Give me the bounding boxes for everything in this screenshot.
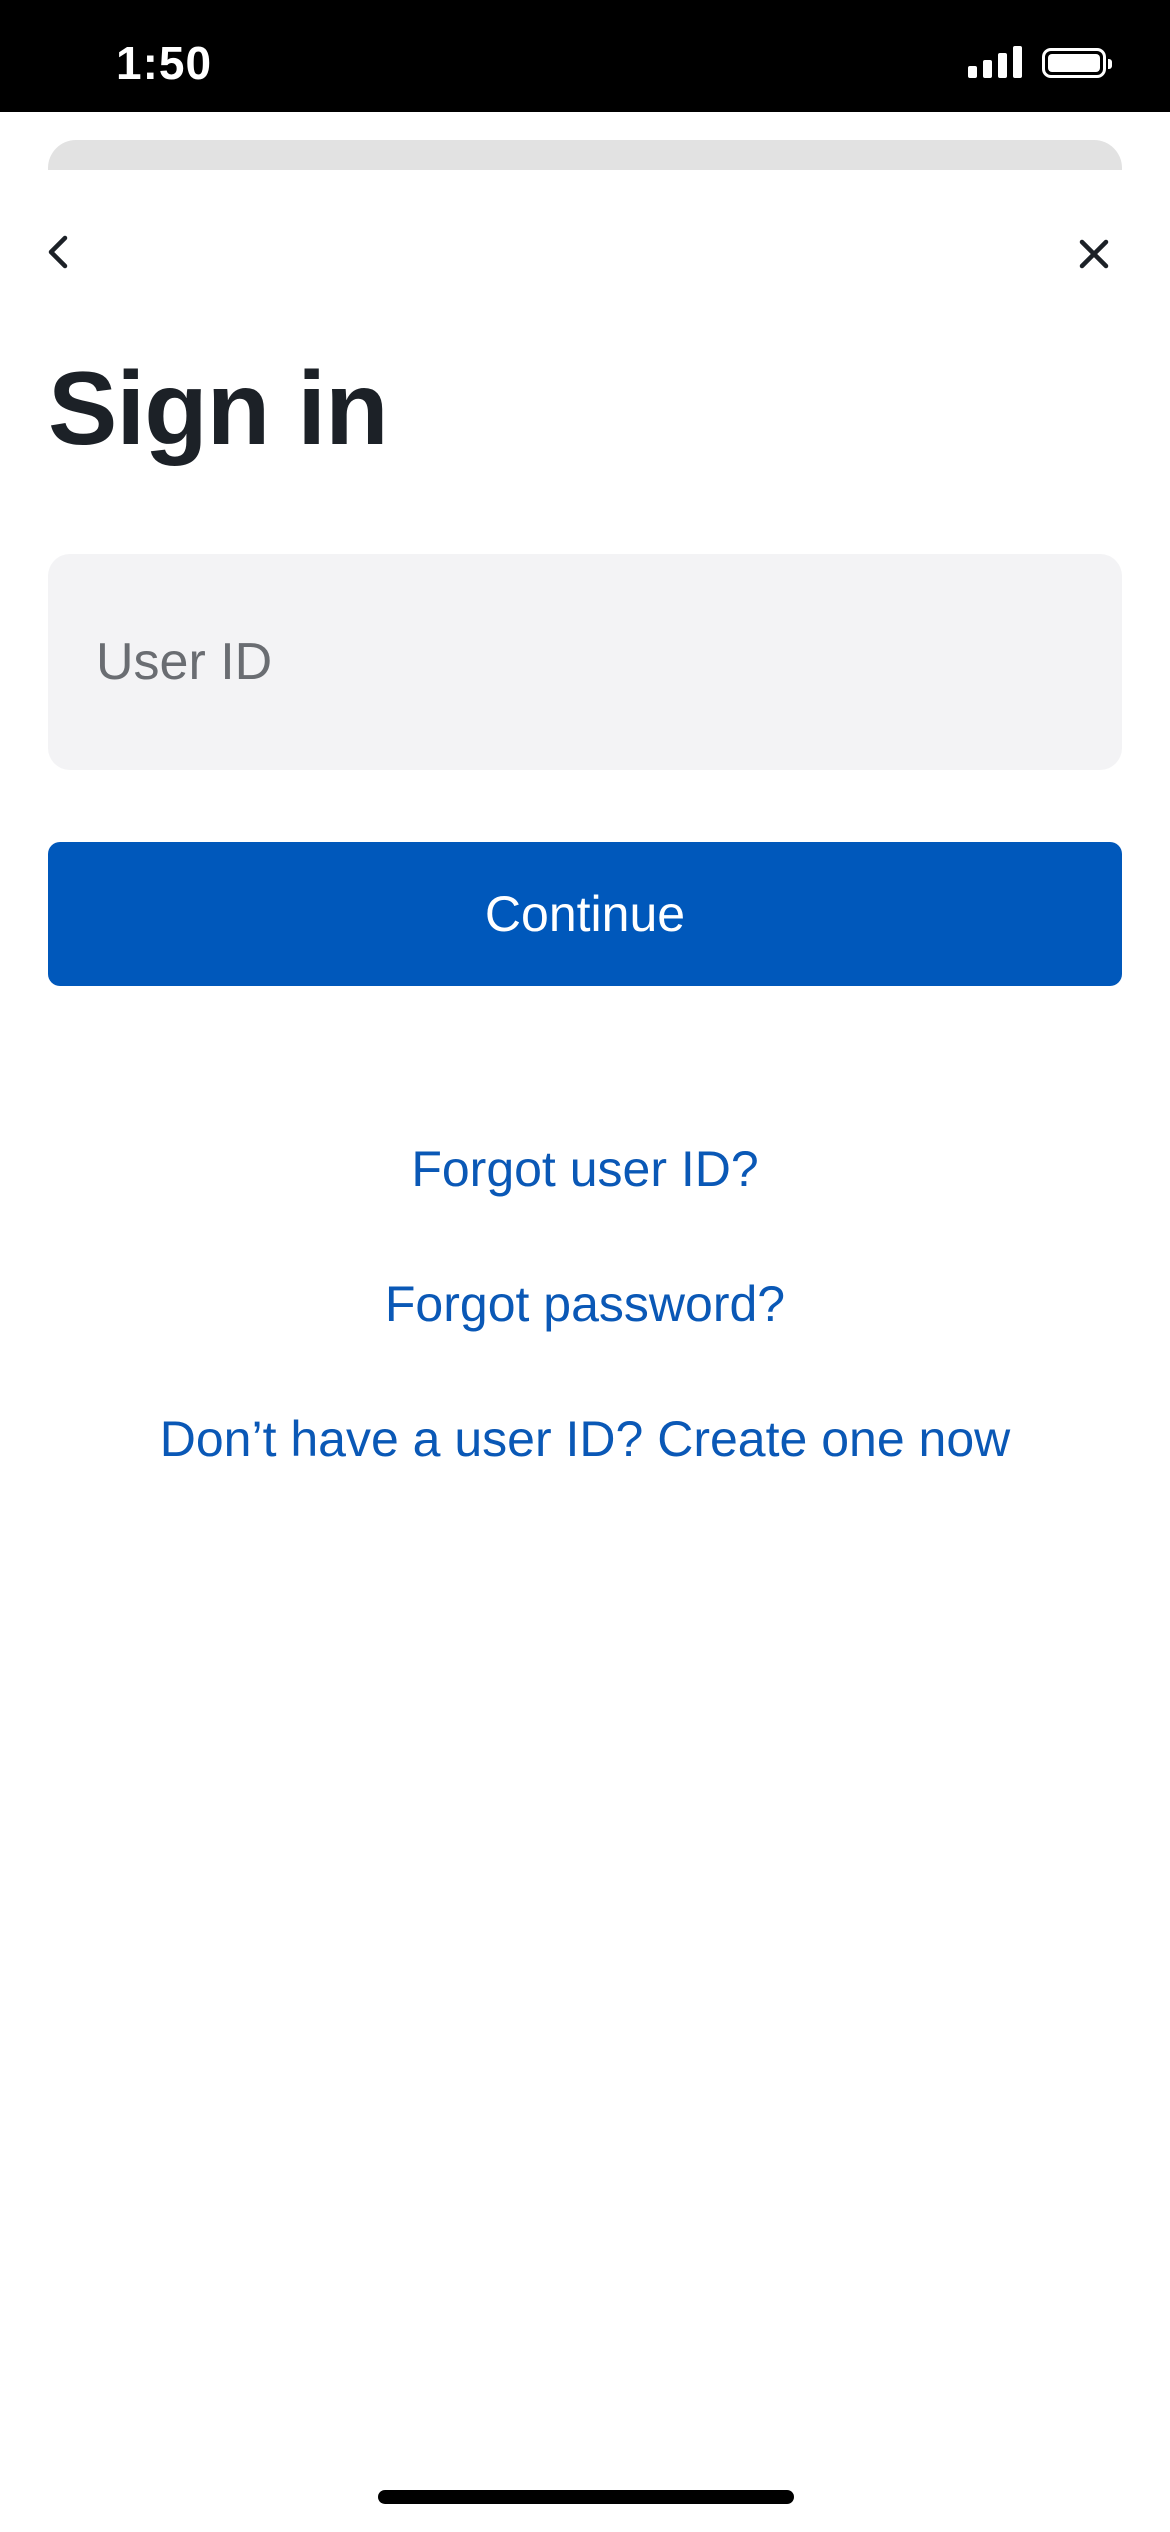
sign-in-sheet <box>0 170 1170 2532</box>
status-time: 1:50 <box>116 37 213 89</box>
status-icons <box>968 46 1112 78</box>
back-button[interactable] <box>22 216 94 288</box>
battery-icon <box>1042 48 1112 78</box>
create-user-id-link[interactable]: Don’t have a user ID? Create one now <box>0 1410 1170 1468</box>
forgot-password-link[interactable]: Forgot password? <box>0 1275 1170 1333</box>
close-button[interactable] <box>1058 218 1130 290</box>
sign-in-screen: 1:50 Sign in Continue Forgot user ID? <box>0 0 1170 2532</box>
chevron-left-icon <box>48 235 68 269</box>
user-id-input[interactable] <box>48 554 1122 770</box>
home-indicator <box>378 2490 794 2504</box>
page-title: Sign in <box>48 351 389 467</box>
forgot-user-id-link[interactable]: Forgot user ID? <box>0 1140 1170 1198</box>
cellular-signal-icon <box>968 46 1022 78</box>
status-bar: 1:50 <box>0 0 1170 112</box>
continue-button[interactable]: Continue <box>48 842 1122 986</box>
close-icon <box>1079 239 1109 269</box>
